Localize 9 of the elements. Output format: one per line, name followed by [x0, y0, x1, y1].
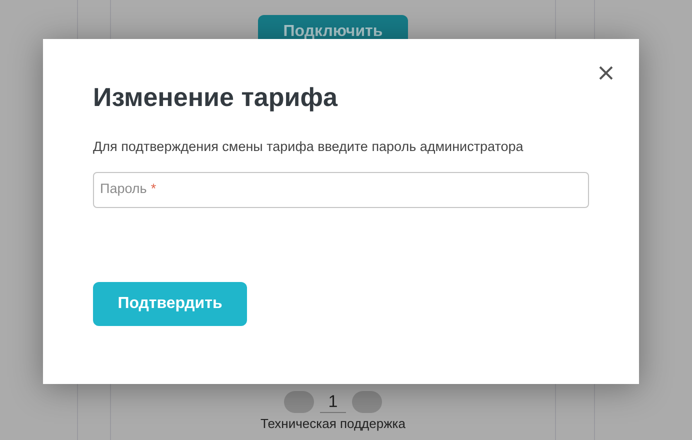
password-field[interactable]: Пароль * — [93, 172, 589, 208]
dialog-title: Изменение тарифа — [93, 82, 339, 113]
decrease-button[interactable] — [284, 391, 314, 413]
confirm-button[interactable]: Подтвердить — [93, 282, 247, 326]
close-icon[interactable] — [597, 64, 615, 82]
increase-button[interactable] — [352, 391, 382, 413]
dialog-message: Для подтверждения смены тарифа введите пароль администратора — [93, 139, 524, 154]
quantity-value: 1 — [320, 392, 346, 412]
support-link[interactable]: Техническая поддержка — [260, 416, 406, 431]
